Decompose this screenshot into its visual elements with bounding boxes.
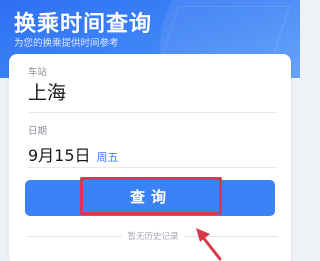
query-card: 车站 上海 日期 9月15日 周五 查询 暂无历史记录 <box>9 54 291 261</box>
page-subtitle: 为您的换乘提供时间参考 <box>14 38 119 49</box>
history-row: 暂无历史记录 <box>28 230 279 242</box>
weekday-value: 周五 <box>96 151 119 164</box>
station-divider <box>28 112 278 113</box>
query-button-highlight[interactable]: 查询 <box>80 177 222 215</box>
page-title: 换乘时间查询 <box>14 12 153 37</box>
query-button-label: 查询 <box>129 187 172 206</box>
screen: 换乘时间查询 为您的换乘提供时间参考 车站 上海 日期 9月15日 周五 查询 … <box>0 0 300 261</box>
arrow-up-left-icon <box>196 228 222 261</box>
date-value: 9月15日 <box>28 146 91 165</box>
date-label: 日期 <box>28 126 48 137</box>
station-field[interactable]: 上海 <box>28 78 66 105</box>
date-divider <box>28 167 278 168</box>
history-divider-left <box>28 235 122 237</box>
history-empty-text: 暂无历史记录 <box>127 232 179 242</box>
date-field[interactable]: 9月15日 周五 <box>28 142 119 166</box>
station-label: 车站 <box>28 67 48 78</box>
